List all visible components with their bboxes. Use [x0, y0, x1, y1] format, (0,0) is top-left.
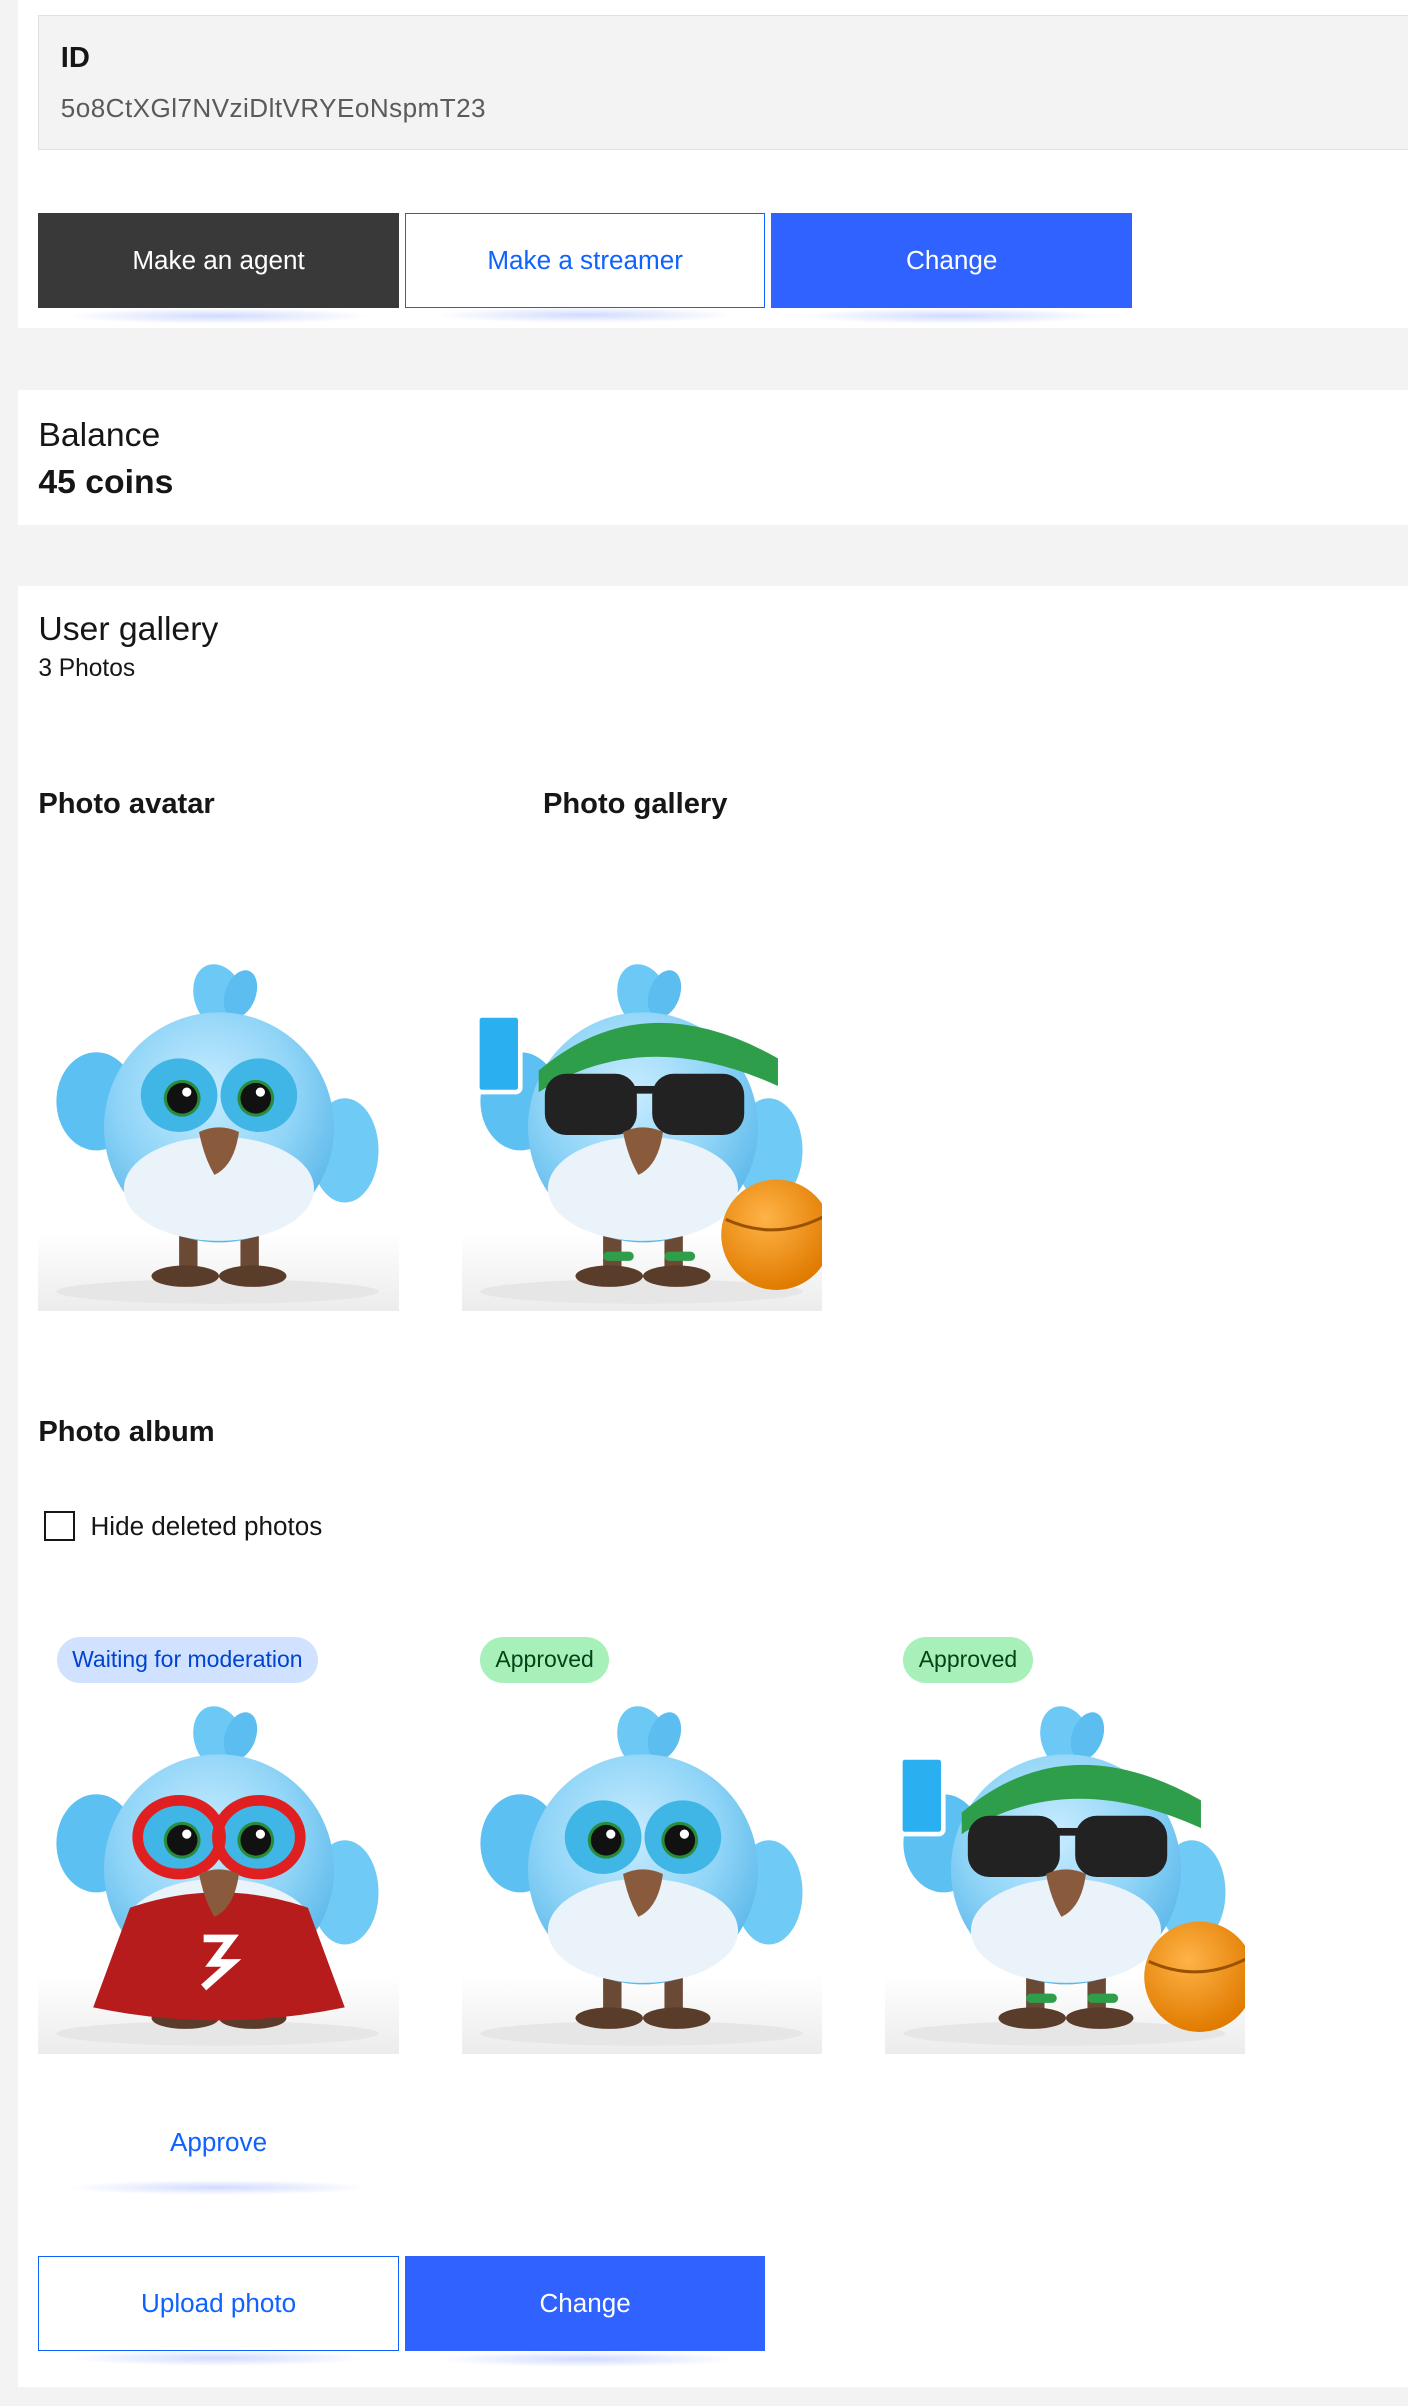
photo-album-title: Photo album [38, 1415, 215, 1448]
make-streamer-button[interactable]: Make a streamer [404, 213, 766, 323]
status-badge-approved: Approved [480, 1636, 610, 1683]
make-agent-button[interactable]: Make an agent [38, 213, 399, 324]
user-gallery-card: User gallery 3 Photos Photo avatar Photo… [18, 585, 1408, 2387]
album-photo-plain[interactable] [461, 1693, 823, 2054]
id-field: ID 5o8CtXGl7NVziDltVRYEoNspmT23 [38, 15, 1408, 151]
approve-link[interactable]: Approve [38, 2112, 398, 2195]
gallery-photo[interactable] [461, 950, 823, 1312]
balance-card: Balance 45 coins [18, 389, 1408, 525]
balance-title: Balance [38, 415, 161, 454]
photo-avatar-title: Photo avatar [38, 788, 215, 821]
album-photo-superhero[interactable] [38, 1693, 399, 2054]
change-gallery-button[interactable]: Change [404, 2256, 766, 2367]
hide-deleted-checkbox[interactable] [44, 1510, 76, 1542]
account-card: ID 5o8CtXGl7NVziDltVRYEoNspmT23 Make an … [18, 0, 1408, 329]
hide-deleted-label: Hide deleted photos [90, 1510, 323, 1541]
upload-photo-button[interactable]: Upload photo [38, 2256, 399, 2366]
photo-gallery-title: Photo gallery [542, 788, 728, 821]
gallery-count: 3 Photos [38, 654, 136, 682]
status-badge-approved: Approved [903, 1636, 1033, 1683]
balance-value: 45 coins [38, 463, 174, 502]
id-label: ID [60, 42, 90, 75]
id-value: 5o8CtXGl7NVziDltVRYEoNspmT23 [60, 93, 487, 124]
gallery-title: User gallery [38, 610, 219, 649]
change-button[interactable]: Change [771, 213, 1132, 324]
status-badge-pending: Waiting for moderation [56, 1636, 318, 1683]
avatar-photo[interactable] [38, 950, 399, 1312]
album-photo-sporty[interactable] [884, 1693, 1246, 2054]
